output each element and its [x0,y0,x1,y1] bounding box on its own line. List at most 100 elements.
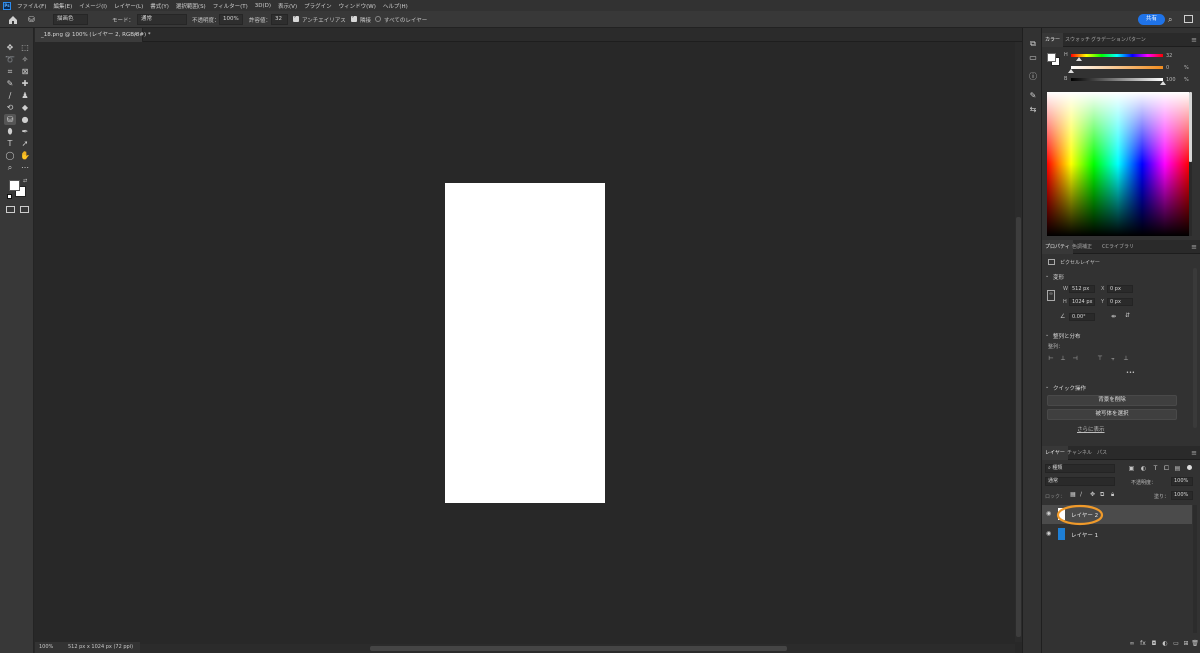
horizontal-scrollbar[interactable] [140,644,1015,653]
magic-wand-tool-icon[interactable]: ✧ [19,54,31,65]
lock-image-icon[interactable]: ∕ [1080,491,1082,498]
visibility-eye-icon[interactable]: ◉ [1046,511,1053,517]
align-bottom-icon[interactable]: ⊥ [1122,355,1130,362]
share-button[interactable]: 共有 [1138,14,1165,25]
x-field[interactable]: 0 px [1107,285,1133,293]
fill-source-select[interactable]: 描画色 [53,14,88,25]
filter-toggle-icon[interactable] [1187,465,1192,470]
healing-brush-tool-icon[interactable]: ✚ [19,78,31,89]
contiguous-checkbox[interactable] [351,14,357,22]
default-colors-icon[interactable] [7,194,12,199]
menu-filter[interactable]: フィルター(T) [213,2,248,10]
move-tool-icon[interactable]: ✥ [4,42,16,53]
antialias-checkbox[interactable] [293,14,299,22]
vertical-scrollbar[interactable] [1015,42,1022,642]
frame-tool-icon[interactable]: ⊠ [19,66,31,77]
opacity-field[interactable]: 100% [219,14,243,25]
path-selection-tool-icon[interactable]: ➚ [19,138,31,149]
layer-opacity-field[interactable]: 100% [1171,477,1193,486]
color-panel-scrollbar[interactable] [1189,92,1192,236]
all-layers-checkbox[interactable] [375,16,381,22]
menu-type[interactable]: 書式(Y) [150,2,169,10]
horizontal-scroll-thumb[interactable] [370,646,787,651]
paint-bucket-tool-icon[interactable]: ⛁ [4,114,16,125]
lock-position-icon[interactable]: ✥ [1090,491,1095,498]
show-more-link[interactable]: さらに表示 [1077,425,1105,433]
filter-type-icon[interactable]: T [1152,465,1159,472]
brush-settings-icon[interactable]: ✎ [1028,91,1038,101]
paint-bucket-preset-icon[interactable]: ⛁ [28,15,35,24]
quick-mask-icon[interactable] [6,206,15,213]
more-tools-icon[interactable]: ⋯ [19,162,31,173]
add-mask-icon[interactable]: ◘ [1150,640,1158,648]
filter-smart-object-icon[interactable]: ▤ [1174,465,1181,472]
new-group-icon[interactable]: ▭ [1172,640,1180,648]
layer-style-icon[interactable]: fx [1139,640,1147,648]
align-top-icon[interactable]: ⊤ [1096,355,1104,362]
zoom-level[interactable]: 100% [39,642,53,653]
align-right-icon[interactable]: ⊣ [1071,355,1079,362]
tab-color[interactable]: カラー [1042,33,1064,47]
align-h-center-icon[interactable]: ⊥ [1059,355,1067,362]
hand-tool-icon[interactable]: ✋ [19,150,31,161]
panel-menu-icon[interactable]: ≡ [1191,449,1197,457]
tab-channels[interactable]: チャンネル [1064,446,1095,460]
lasso-tool-icon[interactable]: ➰ [4,54,16,65]
menu-select[interactable]: 選択範囲(S) [176,2,206,10]
layers-scrollbar[interactable] [1193,505,1197,633]
vertical-scroll-thumb[interactable] [1016,217,1021,637]
saturation-slider[interactable] [1071,66,1163,69]
blur-tool-icon[interactable]: ● [19,114,31,125]
width-field[interactable]: 512 px [1069,285,1095,293]
panel-menu-icon[interactable]: ≡ [1191,36,1197,44]
foreground-color-swatch[interactable] [9,180,20,191]
menu-view[interactable]: 表示(V) [278,2,297,10]
document-tab[interactable]: _18.png @ 100% (レイヤー 2, RGB/8#) * × [35,28,151,42]
dodge-tool-icon[interactable]: ⬮ [4,126,16,137]
select-subject-button[interactable]: 被写体を選択 [1047,409,1177,420]
collapse-align-icon[interactable]: ⌄ [1045,332,1049,338]
ellipse-tool-icon[interactable]: ◯ [4,150,16,161]
align-left-icon[interactable]: ⊢ [1047,355,1055,362]
tab-paths[interactable]: パス [1094,446,1110,460]
info-icon[interactable]: ⓘ [1028,72,1038,82]
more-align-options-icon[interactable]: ••• [1126,370,1135,376]
lock-artboard-icon[interactable]: ⧉ [1100,491,1104,499]
filter-shape-icon[interactable]: ⧠ [1163,465,1170,472]
properties-scrollbar[interactable] [1193,268,1197,428]
flip-horizontal-icon[interactable]: ⇹ [1111,313,1116,320]
crop-tool-icon[interactable]: ⌗ [4,66,16,77]
hue-slider-thumb[interactable] [1076,57,1083,61]
filter-adjustment-icon[interactable]: ◐ [1140,465,1147,472]
angle-field[interactable]: 0.00° [1069,313,1095,321]
adjustment-layer-icon[interactable]: ◐ [1161,640,1169,648]
blend-mode-select[interactable]: 通常 [1045,477,1115,486]
clone-stamp-tool-icon[interactable]: ♟ [19,90,31,101]
menu-plugins[interactable]: プラグイン [304,2,332,10]
layer-filter-select[interactable]: ⌕ 種類 [1045,464,1115,473]
tab-cc-libraries[interactable]: CCライブラリ [1099,240,1137,254]
collapse-quick-actions-icon[interactable]: ⌄ [1045,384,1049,390]
adjustments-icon[interactable]: ⇆ [1028,105,1038,115]
search-icon[interactable]: ⌕ [1168,15,1172,25]
close-tab-icon[interactable]: × [133,28,138,42]
brightness-slider[interactable] [1071,78,1163,81]
filter-pixel-icon[interactable]: ▣ [1128,465,1135,472]
hue-slider[interactable] [1071,54,1163,57]
eraser-tool-icon[interactable]: ◆ [19,102,31,113]
zoom-tool-icon[interactable]: ⌕ [4,162,16,173]
color-spectrum[interactable] [1047,92,1189,236]
saturation-slider-thumb[interactable] [1068,69,1074,73]
remove-background-button[interactable]: 背景を削除 [1047,395,1177,406]
color-fg-swatch[interactable] [1047,53,1056,62]
collapse-transform-icon[interactable]: ⌄ [1045,273,1049,279]
lock-transparency-icon[interactable]: ▦ [1070,491,1076,498]
tab-patterns[interactable]: パターン [1123,33,1149,47]
lock-all-icon[interactable]: 🔒︎ [1111,491,1114,499]
menu-layer[interactable]: レイヤー(L) [114,2,143,10]
fill-field[interactable]: 100% [1171,491,1193,500]
layer-row[interactable]: ◉ レイヤー 1 [1042,525,1192,544]
tab-adjustments[interactable]: 色調補正 [1069,240,1095,254]
tolerance-field[interactable]: 32 [271,14,288,25]
flip-vertical-icon[interactable]: ⇵ [1125,312,1130,319]
